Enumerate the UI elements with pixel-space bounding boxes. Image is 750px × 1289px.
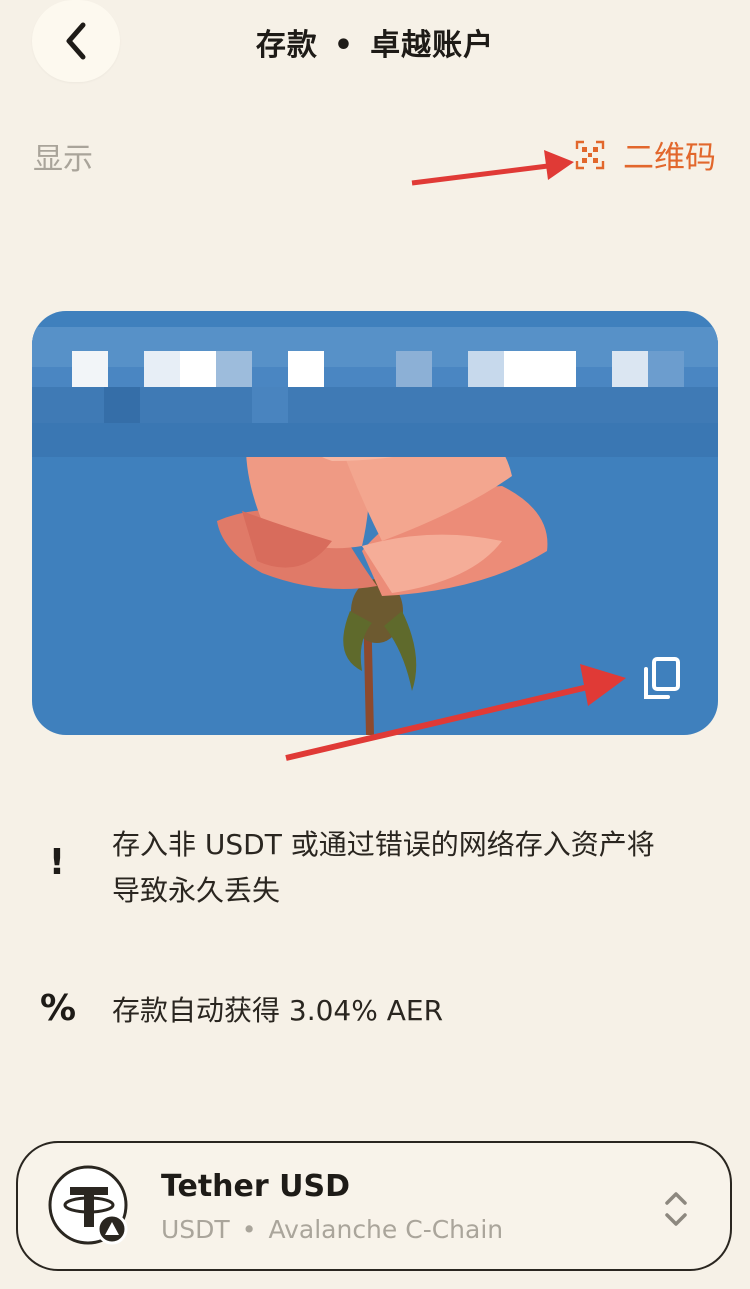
obscured-address	[32, 327, 718, 457]
deposit-address-card	[32, 311, 718, 735]
exclamation-icon: !	[48, 842, 66, 883]
page-title: 存款 • 卓越账户	[255, 28, 495, 63]
qr-code-button[interactable]: 二维码	[575, 132, 716, 177]
qr-code-label: 二维码	[623, 140, 716, 176]
show-toggle[interactable]: 显示	[33, 134, 93, 178]
interest-text: 存款自动获得 3.04% AER	[112, 994, 444, 1027]
annotation-arrow-qr	[411, 150, 574, 186]
asset-name: Tether USD	[161, 1169, 350, 1204]
qr-code-icon	[575, 140, 605, 169]
asset-selector[interactable]: Tether USD USDT • Avalanche C-Chain	[16, 1141, 732, 1271]
copy-icon[interactable]	[642, 657, 682, 701]
asset-network: USDT • Avalanche C-Chain	[161, 1215, 504, 1244]
tether-logo-icon	[48, 1165, 128, 1245]
chevron-up-down-icon	[665, 1192, 687, 1226]
warning-text: 存入非 USDT 或通过错误的网络存入资产将导致永久丢失	[112, 828, 655, 907]
percent-icon: %	[40, 988, 77, 1029]
